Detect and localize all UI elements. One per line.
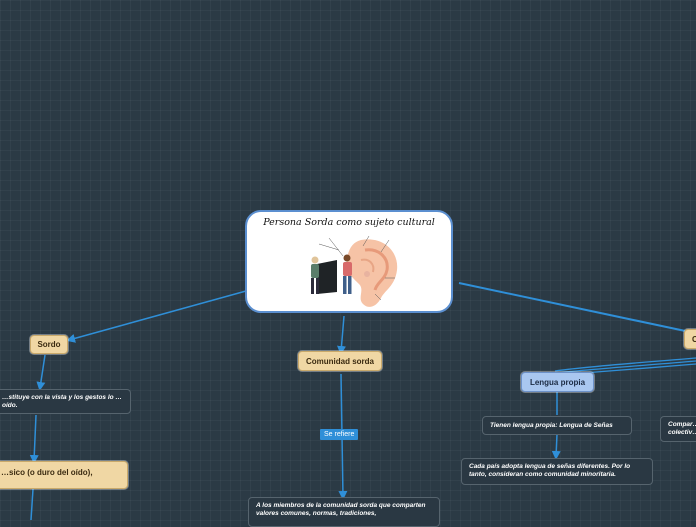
node-sordo-child[interactable]: …sico (o duro del oído),: [0, 461, 128, 489]
node-sordo[interactable]: Sordo: [30, 335, 68, 354]
node-lengua-propia[interactable]: Lengua propia: [521, 372, 594, 392]
node-cada-pais[interactable]: Cada país adopta lengua de señas diferen…: [461, 458, 653, 485]
link-sordo-note: [36, 354, 46, 391]
node-sordo-note[interactable]: …stituye con la vista y los gestos lo … …: [0, 389, 131, 414]
link-note-child: [29, 414, 39, 464]
ear-people-illustration: [311, 235, 398, 307]
central-node[interactable]: Persona Sorda como sujeto cultural: [245, 210, 453, 313]
link-senas-pais: [551, 433, 561, 460]
node-comunidad-desc[interactable]: A los miembros de la comunidad sorda que…: [248, 497, 440, 527]
node-comunidad-sorda[interactable]: Comunidad sorda: [298, 351, 382, 371]
node-right-dark-partial[interactable]: Compar… colectiv…: [660, 416, 696, 442]
link-label-se-refiere[interactable]: Se refiere: [320, 429, 359, 440]
link-center-sordo: [66, 290, 247, 343]
node-right-partial[interactable]: C…: [684, 329, 696, 349]
link-center-comunidad: [337, 315, 346, 355]
node-lengua-senas[interactable]: Tienen lengua propia: Lengua de Señas: [482, 416, 632, 435]
link-right-lengua: [554, 357, 696, 372]
link-center-right: [458, 282, 691, 333]
central-title: Persona Sorda como sujeto cultural: [263, 217, 435, 228]
link-child-down: [30, 488, 34, 520]
